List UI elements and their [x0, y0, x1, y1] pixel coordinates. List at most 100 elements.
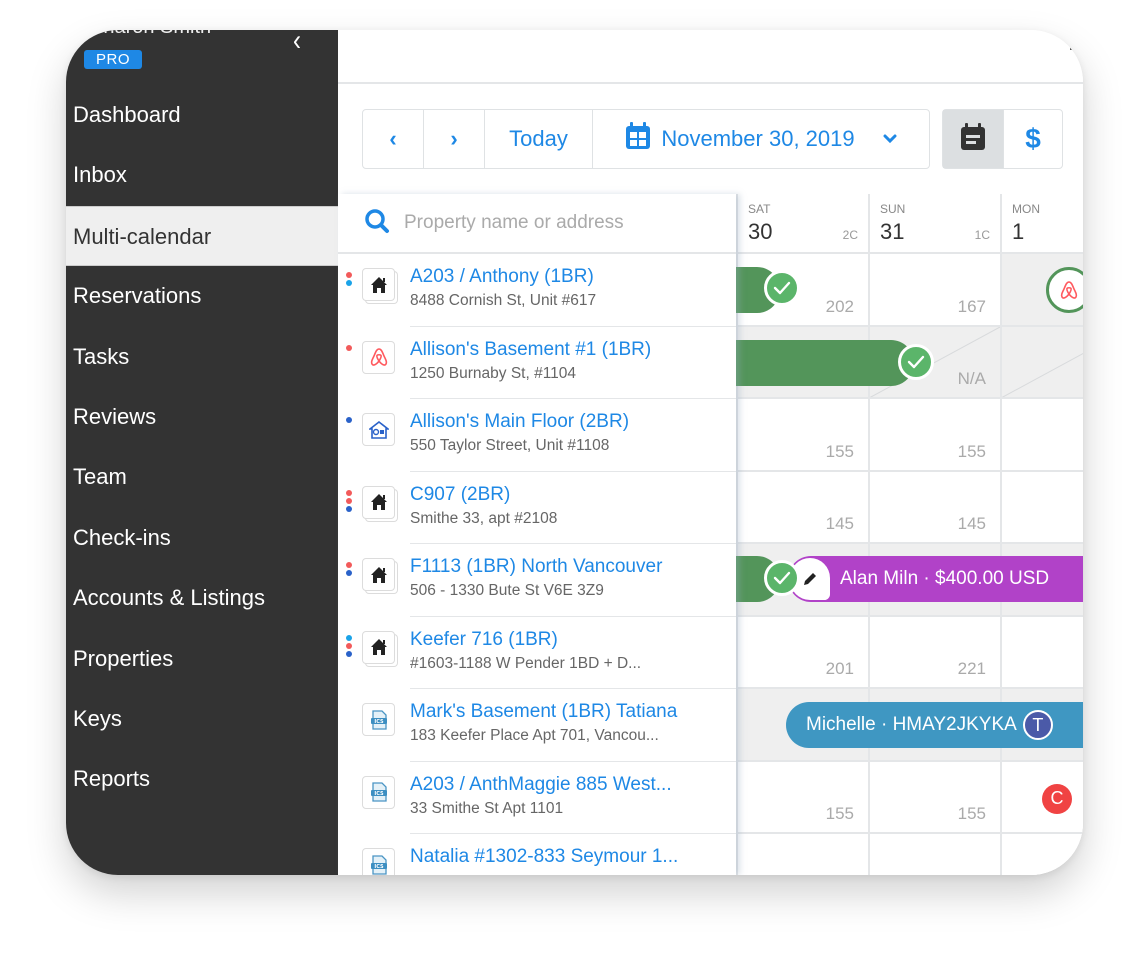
property-row[interactable]: F1113 (1BR) North Vancouver 506 - 1330 B… — [338, 544, 736, 617]
chevron-left-icon[interactable]: ‹ — [293, 30, 301, 56]
property-row[interactable]: Allison's Basement #1 (1BR) 1250 Burnaby… — [338, 327, 736, 400]
day-header: MON 1 1 — [1000, 194, 1083, 254]
text-cursor-icon — [1070, 40, 1073, 50]
property-row[interactable]: C907 (2BR) Smithe 33, apt #2108 — [338, 472, 736, 545]
nightly-price: 167 — [957, 296, 986, 316]
nightly-price: 202 — [825, 296, 854, 316]
multi-calendar-grid: A203 / Anthony (1BR) 8488 Cornish St, Un… — [338, 194, 1083, 875]
property-name[interactable]: C907 (2BR) — [410, 484, 510, 506]
prev-button[interactable]: ‹ — [363, 110, 424, 168]
property-name[interactable]: A203 / Anthony (1BR) — [410, 266, 594, 288]
sidebar-item-dashboard[interactable]: Dashboard — [66, 85, 338, 145]
calendar-cell[interactable]: 221 — [868, 616, 1000, 689]
channel-dot — [346, 570, 352, 576]
day-header: SUN 31 1C — [868, 194, 1000, 254]
property-row[interactable]: ICS Mark's Basement (1BR) Tatiana 183 Ke… — [338, 689, 736, 762]
sidebar-item-multi-calendar[interactable]: Multi-calendar — [66, 205, 338, 267]
property-address: 8488 Cornish St, Unit #617 — [410, 292, 597, 309]
checkin-count: 1C — [974, 228, 990, 242]
channel-dots — [346, 417, 352, 423]
calendar-cell[interactable] — [1000, 399, 1083, 472]
day-number: 1 — [1012, 219, 1025, 244]
sidebar-item-team[interactable]: Team — [66, 447, 338, 507]
property-name[interactable]: A203 / AnthMaggie 885 West... — [410, 774, 672, 796]
channel-dot — [346, 344, 352, 351]
property-row[interactable]: ICS A203 / AnthMaggie 885 West... 33 Smi… — [338, 762, 736, 835]
house-icon — [362, 268, 395, 301]
property-name[interactable]: Allison's Basement #1 (1BR) — [410, 339, 651, 361]
day-of-week: MON — [1012, 202, 1040, 216]
sidebar-item-inbox[interactable]: Inbox — [66, 145, 338, 205]
next-button[interactable]: › — [424, 110, 485, 168]
search-icon — [364, 208, 390, 239]
channel-dot — [346, 489, 352, 496]
nightly-price: 155 — [825, 804, 854, 823]
calendar-cell[interactable] — [1000, 471, 1083, 544]
reservation-bar-michelle[interactable]: Michelle · HMAY2JKYKA T — [786, 702, 1083, 748]
property-name[interactable]: Mark's Basement (1BR) Tatiana — [410, 701, 677, 723]
unavailable-diagonal — [1002, 327, 1083, 398]
search-input[interactable] — [404, 212, 704, 234]
calendar-cell[interactable]: 155 — [736, 761, 868, 834]
today-button[interactable]: Today — [485, 110, 593, 168]
price-view-button[interactable]: $ — [1004, 110, 1062, 168]
property-name[interactable]: Keefer 716 (1BR) — [410, 629, 558, 651]
sidebar-item-reports[interactable]: Reports — [66, 749, 338, 809]
sidebar-item-keys[interactable]: Keys — [66, 689, 338, 749]
calendar-cell[interactable]: 155 — [868, 399, 1000, 472]
chevron-down-icon — [883, 131, 897, 147]
channel-dots — [346, 489, 352, 512]
property-row[interactable]: ICS Natalia #1302-833 Seymour 1... — [338, 834, 736, 875]
check-icon — [764, 560, 800, 596]
calendar-cell[interactable] — [1000, 616, 1083, 689]
calendar-cell[interactable]: 145 — [868, 471, 1000, 544]
property-row[interactable]: A203 / Anthony (1BR) 8488 Cornish St, Un… — [338, 254, 736, 327]
calendar-cell[interactable]: 155 — [736, 399, 868, 472]
sidebar-item-tasks[interactable]: Tasks — [66, 327, 338, 387]
calendar-cell[interactable]: 145 — [736, 471, 868, 544]
property-name[interactable]: F1113 (1BR) North Vancouver — [410, 556, 662, 578]
property-name[interactable]: Allison's Main Floor (2BR) — [410, 411, 629, 433]
calendar-cell[interactable]: 167 — [868, 254, 1000, 327]
nightly-price: 155 — [825, 441, 854, 461]
calendar-cell[interactable] — [868, 834, 1000, 875]
nightly-price: N/A — [957, 369, 986, 388]
sidebar-item-accounts-listings[interactable]: Accounts & Listings — [66, 568, 338, 628]
calendar-view-button[interactable] — [943, 110, 1004, 168]
channel-dot — [346, 650, 352, 657]
calendar-view-icon — [960, 122, 986, 156]
reservation-bar[interactable] — [736, 339, 914, 386]
reservation-bar-alan-miln[interactable]: Alan Miln · $400.00 USD — [788, 556, 1083, 602]
sidebar-item-properties[interactable]: Properties — [66, 629, 338, 689]
calendar-cell[interactable] — [1000, 326, 1083, 399]
svg-text:ICS: ICS — [374, 863, 384, 869]
property-address: 1250 Burnaby St, #1104 — [410, 364, 577, 382]
check-icon — [898, 343, 934, 380]
nightly-price: 155 — [957, 804, 986, 823]
alert-badge[interactable]: C — [1042, 783, 1072, 814]
checkin-count: 2C — [842, 228, 858, 242]
calendar-cell[interactable]: 155 — [868, 761, 1000, 834]
channel-dots — [346, 634, 352, 657]
sidebar-item-reservations[interactable]: Reservations — [66, 266, 338, 326]
property-name[interactable]: Natalia #1302-833 Seymour 1... — [410, 846, 678, 868]
property-row[interactable]: Allison's Main Floor (2BR) 550 Taylor St… — [338, 399, 736, 472]
calendar-cell[interactable] — [1000, 834, 1083, 875]
sidebar-item-check-ins[interactable]: Check-ins — [66, 508, 338, 568]
calendar-days: SAT 30 2C 202 155 145 201 155 SUN 31 1C 167 N/A 1… — [736, 194, 1083, 875]
property-address: 550 Taylor Street, Unit #1108 — [410, 437, 610, 454]
current-date: November 30, 2019 — [661, 126, 855, 151]
day-number: 30 — [748, 219, 773, 244]
channel-dot — [346, 417, 352, 423]
property-row[interactable]: Keefer 716 (1BR) #1603-1188 W Pender 1BD… — [338, 617, 736, 690]
svg-text:ICS: ICS — [374, 791, 384, 797]
calendar-cell[interactable]: 201 — [736, 616, 868, 689]
sidebar-item-reviews[interactable]: Reviews — [66, 387, 338, 447]
plan-badge: PRO — [84, 50, 143, 69]
calendar-cell[interactable] — [736, 834, 868, 875]
sidebar: Sharon Smith PRO ‹ Dashboard Inbox Multi… — [66, 30, 338, 875]
channel-dot — [346, 272, 352, 278]
channel-dots — [346, 272, 352, 286]
property-address: 183 Keefer Place Apt 701, Vancou... — [410, 727, 659, 744]
date-picker-button[interactable]: November 30, 2019 — [593, 110, 929, 168]
